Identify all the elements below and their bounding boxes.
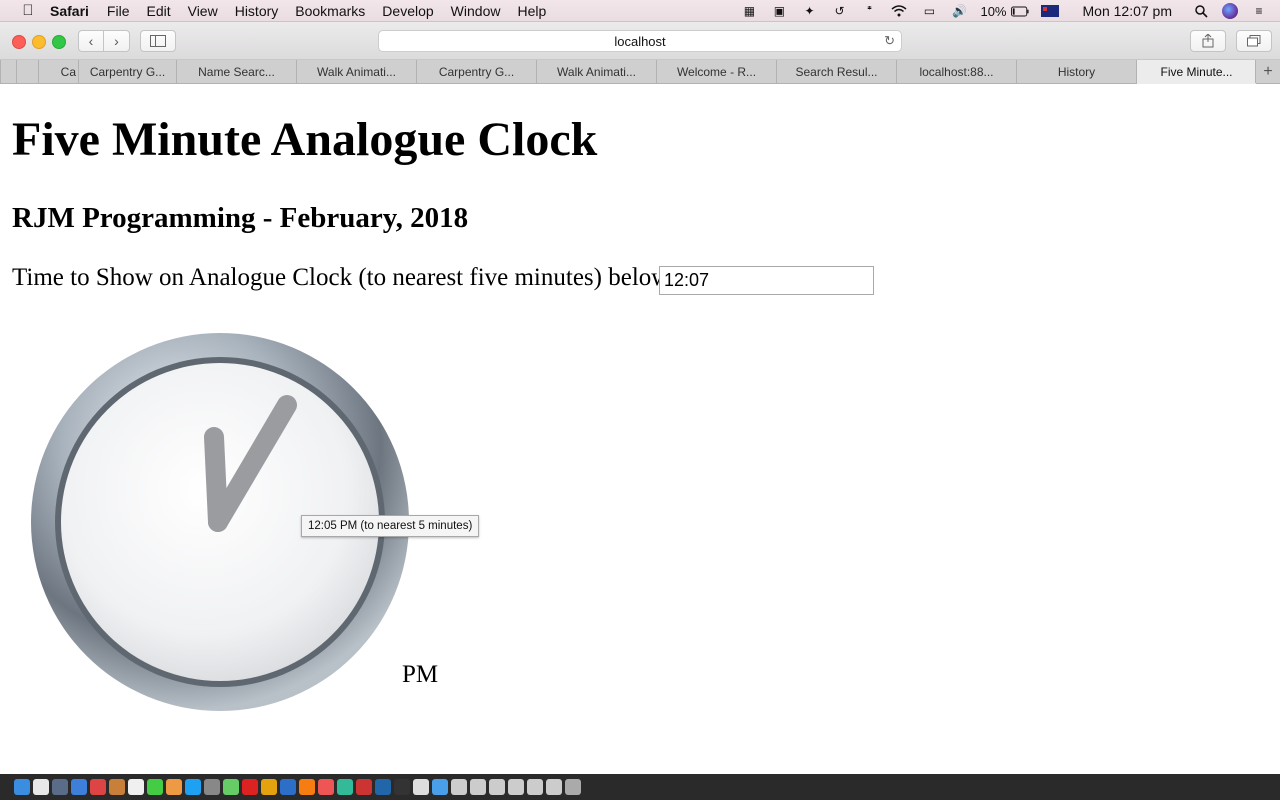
finder-icon[interactable] bbox=[14, 779, 30, 795]
dock bbox=[0, 774, 1280, 800]
xcode-icon[interactable] bbox=[432, 779, 448, 795]
tab-item[interactable]: Welcome - R... bbox=[656, 60, 776, 83]
chevron-left-icon: ‹ bbox=[88, 33, 94, 49]
menu-window[interactable]: Window bbox=[451, 3, 501, 19]
status-area: ▦ ▣ ✦ ↺ ᙿ ▭ 🔊 10% Mon 12:07 pm ≡ bbox=[740, 0, 1280, 22]
chrome-icon[interactable] bbox=[261, 779, 277, 795]
calendar-icon[interactable] bbox=[90, 779, 106, 795]
time-input[interactable] bbox=[659, 266, 874, 295]
folder-icon[interactable] bbox=[489, 779, 505, 795]
chevron-right-icon: › bbox=[114, 33, 119, 49]
tab-item[interactable]: Carpentry G... bbox=[416, 60, 536, 83]
share-button[interactable] bbox=[1190, 30, 1226, 52]
github-icon[interactable] bbox=[394, 779, 410, 795]
safari-icon[interactable] bbox=[71, 779, 87, 795]
minimize-window-button[interactable] bbox=[32, 35, 46, 49]
document-icon[interactable] bbox=[33, 779, 49, 795]
menu-app-safari[interactable]: Safari bbox=[50, 3, 89, 19]
android-studio-icon[interactable] bbox=[337, 779, 353, 795]
plus-icon: + bbox=[1263, 62, 1273, 80]
activity-monitor-icon[interactable]: ▦ bbox=[740, 4, 758, 18]
browser-toolbar: ‹ › localhost ↻ bbox=[0, 22, 1280, 60]
messages-icon[interactable] bbox=[147, 779, 163, 795]
tab-pinned-1[interactable] bbox=[0, 60, 16, 83]
folder-icon[interactable] bbox=[546, 779, 562, 795]
volume-icon[interactable]: 🔊 bbox=[950, 4, 968, 18]
notification-center-icon[interactable]: ≡ bbox=[1250, 4, 1268, 18]
menu-help[interactable]: Help bbox=[517, 3, 546, 19]
menu-develop[interactable]: Develop bbox=[382, 3, 433, 19]
folder-icon[interactable] bbox=[451, 779, 467, 795]
launchpad-icon[interactable] bbox=[52, 779, 68, 795]
time-machine-icon[interactable]: ↺ bbox=[830, 4, 848, 18]
trash-icon[interactable] bbox=[565, 779, 581, 795]
vscode-icon[interactable] bbox=[375, 779, 391, 795]
vlc-icon[interactable] bbox=[299, 779, 315, 795]
input-source-flag-icon[interactable] bbox=[1040, 5, 1059, 17]
menubar-clock[interactable]: Mon 12:07 pm bbox=[1083, 3, 1173, 19]
app-store-icon[interactable] bbox=[185, 779, 201, 795]
tabs-overview-icon bbox=[1247, 35, 1261, 47]
sidebar-toggle-button[interactable] bbox=[140, 30, 176, 52]
photos-icon[interactable] bbox=[166, 779, 182, 795]
tab-bar: Ca Carpentry G... Name Searc... Walk Ani… bbox=[0, 60, 1280, 84]
folder-icon[interactable] bbox=[470, 779, 486, 795]
status-app-icon[interactable]: ▣ bbox=[770, 4, 788, 18]
sidebar-icon bbox=[150, 35, 166, 47]
filezilla-icon[interactable] bbox=[242, 779, 258, 795]
forward-button[interactable]: › bbox=[104, 30, 130, 52]
am-pm-label: PM bbox=[402, 661, 439, 688]
menu-bar:  Safari File Edit View History Bookmark… bbox=[0, 0, 1280, 22]
battery-icon[interactable] bbox=[1010, 4, 1029, 18]
opera-icon[interactable] bbox=[356, 779, 372, 795]
tab-item[interactable]: Name Searc... bbox=[176, 60, 296, 83]
folder-icon[interactable] bbox=[508, 779, 524, 795]
menu-edit[interactable]: Edit bbox=[146, 3, 170, 19]
airplay-icon[interactable]: ▭ bbox=[920, 4, 938, 18]
tab-item[interactable]: Search Resul... bbox=[776, 60, 896, 83]
spotlight-search-icon[interactable] bbox=[1192, 4, 1210, 18]
firefox-icon[interactable] bbox=[318, 779, 334, 795]
preview-icon[interactable] bbox=[128, 779, 144, 795]
time-prompt-label: Time to Show on Analogue Clock (to neare… bbox=[12, 264, 677, 291]
tab-item[interactable]: Carpentry G... bbox=[78, 60, 176, 83]
menu-file[interactable]: File bbox=[107, 3, 130, 19]
tab-item[interactable]: Walk Animati... bbox=[536, 60, 656, 83]
tools-icon[interactable]: ✦ bbox=[800, 4, 818, 18]
battery-percentage: 10% bbox=[980, 3, 1007, 19]
share-icon bbox=[1202, 34, 1214, 48]
terminal-icon[interactable] bbox=[223, 779, 239, 795]
menu-bookmarks[interactable]: Bookmarks bbox=[295, 3, 365, 19]
close-window-button[interactable] bbox=[12, 35, 26, 49]
clock-tooltip: 12:05 PM (to nearest 5 minutes) bbox=[301, 515, 480, 537]
new-tab-button[interactable]: + bbox=[1255, 60, 1280, 83]
tab-pinned-2[interactable] bbox=[16, 60, 38, 83]
system-preferences-icon[interactable] bbox=[204, 779, 220, 795]
menu-history[interactable]: History bbox=[235, 3, 279, 19]
reload-icon[interactable]: ↻ bbox=[884, 33, 895, 49]
edge-icon[interactable] bbox=[280, 779, 296, 795]
show-all-tabs-button[interactable] bbox=[1236, 30, 1272, 52]
siri-icon[interactable] bbox=[1222, 3, 1238, 19]
bluetooth-icon[interactable]: ᙿ bbox=[860, 4, 878, 18]
tab-item[interactable]: Walk Animati... bbox=[296, 60, 416, 83]
folder-icon[interactable] bbox=[527, 779, 543, 795]
address-bar[interactable]: localhost ↻ bbox=[378, 30, 902, 52]
apple-icon[interactable]:  bbox=[18, 2, 38, 19]
textedit-icon[interactable] bbox=[413, 779, 429, 795]
menu-view[interactable]: View bbox=[188, 3, 218, 19]
tab-item[interactable]: localhost:88... bbox=[896, 60, 1016, 83]
zoom-window-button[interactable] bbox=[52, 35, 66, 49]
back-button[interactable]: ‹ bbox=[78, 30, 104, 52]
tab-item[interactable]: History bbox=[1016, 60, 1136, 83]
page-title: Five Minute Analogue Clock bbox=[12, 113, 598, 166]
wifi-icon[interactable] bbox=[890, 4, 908, 18]
page-subtitle: RJM Programming - February, 2018 bbox=[12, 202, 469, 234]
web-page: Five Minute Analogue Clock RJM Programmi… bbox=[0, 84, 1280, 774]
address-text: localhost bbox=[614, 33, 666, 49]
tab-active[interactable]: Five Minute... bbox=[1136, 60, 1256, 84]
notes-icon[interactable] bbox=[109, 779, 125, 795]
tab-item[interactable]: Ca bbox=[38, 60, 78, 83]
